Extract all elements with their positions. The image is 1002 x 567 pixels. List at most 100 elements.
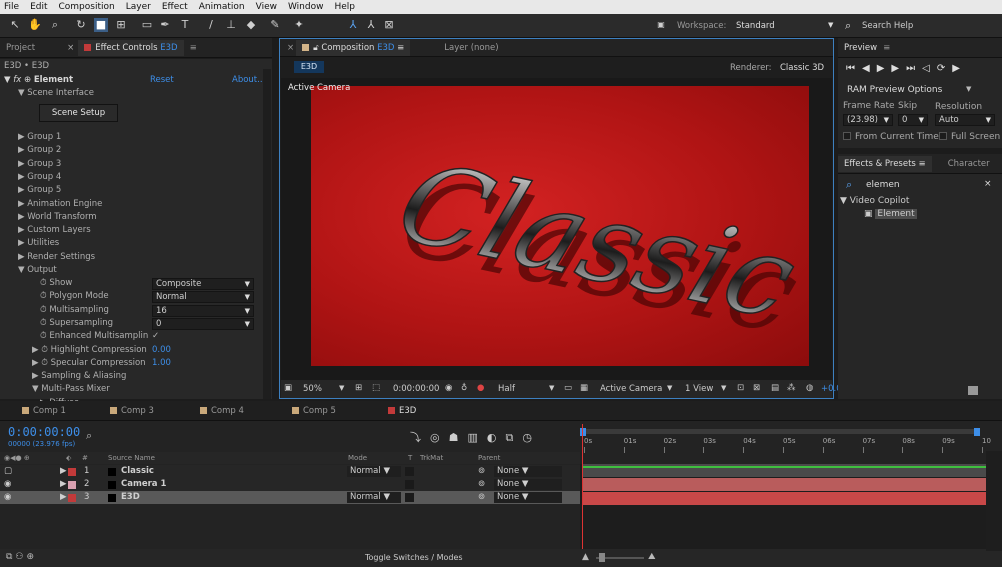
output-prop-value[interactable]: 0.00: [152, 344, 171, 357]
timeline-tab[interactable]: Comp 3: [110, 406, 154, 416]
hand-tool-icon[interactable]: ✋: [28, 18, 42, 32]
reset-exposure-icon[interactable]: ◍: [806, 383, 813, 393]
workspace-chevron-down-icon[interactable]: ▼: [828, 21, 833, 29]
menu-view[interactable]: View: [256, 2, 277, 12]
track-bar-3[interactable]: [582, 492, 986, 505]
snapshot-icon[interactable]: ◉: [445, 383, 452, 393]
camera-tool-icon[interactable]: ■: [94, 18, 108, 32]
scene-setup-button[interactable]: Scene Setup: [39, 104, 118, 122]
renderer-value[interactable]: Classic 3D: [780, 63, 824, 73]
tab-project[interactable]: Project: [0, 40, 41, 56]
effect-group[interactable]: ▶ Group 4: [18, 171, 61, 184]
view-axis-icon[interactable]: ⊠: [382, 18, 396, 32]
resolution-chevron-down-icon[interactable]: ▼: [549, 384, 554, 392]
time-ruler[interactable]: 0s 01s 02s 03s 04s 05s 06s 07s 08s 09s 10: [580, 425, 991, 464]
toggle-switches-modes-button[interactable]: Toggle Switches / Modes: [365, 553, 463, 562]
composition-viewer[interactable]: Classic Classic Active Camera: [281, 78, 832, 380]
shy-icon[interactable]: ☗: [449, 431, 468, 444]
menu-composition[interactable]: Composition: [59, 2, 115, 12]
search-help-input[interactable]: Search Help: [862, 21, 913, 31]
skip-dropdown[interactable]: 0: [898, 114, 928, 126]
effect-group[interactable]: ▼ Output: [18, 264, 57, 277]
output-prop-dropdown[interactable]: 0: [152, 317, 254, 330]
region-of-interest-icon[interactable]: ▭: [564, 383, 572, 393]
output-prop-value[interactable]: 1.00: [152, 357, 171, 370]
tab-effects-presets[interactable]: Effects & Presets ≡: [838, 155, 932, 172]
panel-menu-icon[interactable]: ≡: [190, 43, 197, 53]
menu-help[interactable]: Help: [334, 2, 355, 12]
table-row[interactable]: ◉ ▶ 2 Camera 1 ⊚ None ▼: [0, 478, 580, 491]
ram-options-chevron-down-icon[interactable]: ▼: [966, 85, 971, 93]
resolution-dropdown[interactable]: Half: [498, 384, 515, 394]
ram-preview-icon[interactable]: ▶: [952, 63, 967, 74]
next-frame-icon[interactable]: ▶: [891, 63, 906, 74]
previous-frame-icon[interactable]: ◀: [862, 63, 877, 74]
effect-group[interactable]: ▶ Sampling & Aliasing: [32, 370, 126, 383]
timeline-search-icon[interactable]: ⌕: [86, 429, 92, 443]
expand-arrow-icon[interactable]: ▶: [60, 491, 67, 504]
close-icon[interactable]: ×: [287, 43, 294, 53]
table-row[interactable]: ◉ ▶ 3 E3D Normal ▼ ⊚ None ▼: [0, 491, 580, 504]
channel-icon[interactable]: ●: [477, 383, 484, 393]
current-time-indicator[interactable]: [582, 424, 583, 567]
layer-name[interactable]: E3D: [121, 491, 140, 504]
parent-dropdown[interactable]: None ▼: [494, 492, 562, 503]
label-color[interactable]: [68, 481, 76, 489]
layer-name[interactable]: Classic: [121, 465, 154, 478]
view-layout-dropdown[interactable]: 1 View: [685, 384, 713, 394]
mode-dropdown[interactable]: Normal ▼: [347, 466, 401, 477]
clone-stamp-tool-icon[interactable]: ⊥: [224, 18, 238, 32]
tab-composition[interactable]: 🔓︎ Composition E3D ≡: [296, 39, 411, 56]
ram-preview-options[interactable]: RAM Preview Options: [847, 85, 942, 95]
toggle-pixel-aspect-icon[interactable]: ⊡: [737, 383, 744, 393]
transparency-grid-icon[interactable]: ▦: [580, 383, 588, 393]
full-screen-checkbox[interactable]: [939, 132, 947, 140]
output-prop-dropdown[interactable]: Normal: [152, 291, 254, 304]
menu-layer[interactable]: Layer: [126, 2, 151, 12]
clear-search-icon[interactable]: ×: [984, 179, 992, 189]
timeline-scrollbar[interactable]: [986, 451, 1002, 551]
reset-link[interactable]: Reset: [150, 74, 174, 87]
show-snapshot-icon[interactable]: ♁: [461, 383, 467, 393]
workspace-value[interactable]: Standard: [736, 21, 775, 31]
rotate-tool-icon[interactable]: ↻: [74, 18, 88, 32]
local-axis-icon[interactable]: ⅄: [346, 18, 360, 32]
effect-group[interactable]: ▶ Custom Layers: [18, 224, 91, 237]
track-bar-2[interactable]: [582, 478, 986, 491]
layer-name[interactable]: Camera 1: [121, 478, 166, 491]
effect-controls-scrollbar[interactable]: [263, 69, 271, 399]
output-prop-value[interactable]: ✓: [152, 330, 159, 343]
resolution-dropdown[interactable]: Auto: [935, 114, 995, 126]
effect-header[interactable]: ▼ fx ⊕ Element: [4, 74, 73, 87]
label-color[interactable]: [68, 468, 76, 476]
zoom-chevron-down-icon[interactable]: ▼: [339, 384, 344, 392]
comp-chip[interactable]: E3D: [294, 61, 324, 73]
trkmat-toggle[interactable]: [405, 480, 414, 489]
new-folder-icon[interactable]: [968, 386, 978, 395]
first-frame-icon[interactable]: ⏮: [846, 63, 862, 74]
loop-icon[interactable]: ⟳: [937, 63, 952, 74]
zoom-in-icon[interactable]: ⛰: [648, 552, 656, 562]
graph-editor-icon[interactable]: ⧉: [506, 431, 523, 444]
parent-pickwhip-icon[interactable]: ⊚: [478, 465, 485, 478]
composition-mini-flowchart-icon[interactable]: ⤵: [410, 431, 430, 444]
mute-icon[interactable]: ◁: [922, 63, 937, 74]
output-prop-dropdown[interactable]: 16: [152, 304, 254, 317]
menu-animation[interactable]: Animation: [199, 2, 245, 12]
brush-tool-icon[interactable]: /: [204, 18, 218, 32]
frame-blending-icon[interactable]: ▥: [467, 431, 486, 444]
output-prop-dropdown[interactable]: Composite: [152, 278, 254, 290]
puppet-pin-tool-icon[interactable]: ✦: [292, 18, 306, 32]
table-row[interactable]: ▢ ▶ 1 Classic Normal ▼ ⊚ None ▼: [0, 465, 580, 478]
frame-rate-dropdown[interactable]: (23.98): [843, 114, 893, 126]
zoom-dropdown[interactable]: 50%: [303, 384, 322, 394]
camera-view-dropdown[interactable]: Active Camera: [600, 384, 662, 394]
panel-menu-icon[interactable]: ≡: [883, 43, 890, 53]
timeline-icon[interactable]: ▤: [771, 383, 779, 393]
timeline-tab[interactable]: E3D: [388, 406, 416, 416]
eraser-tool-icon[interactable]: ◆: [244, 18, 258, 32]
selection-tool-icon[interactable]: ↖: [8, 18, 22, 32]
expand-arrow-icon[interactable]: ▶: [60, 478, 67, 491]
effect-group[interactable]: ▶ Group 1: [18, 131, 61, 144]
workspace-icon[interactable]: ▣: [652, 18, 670, 32]
